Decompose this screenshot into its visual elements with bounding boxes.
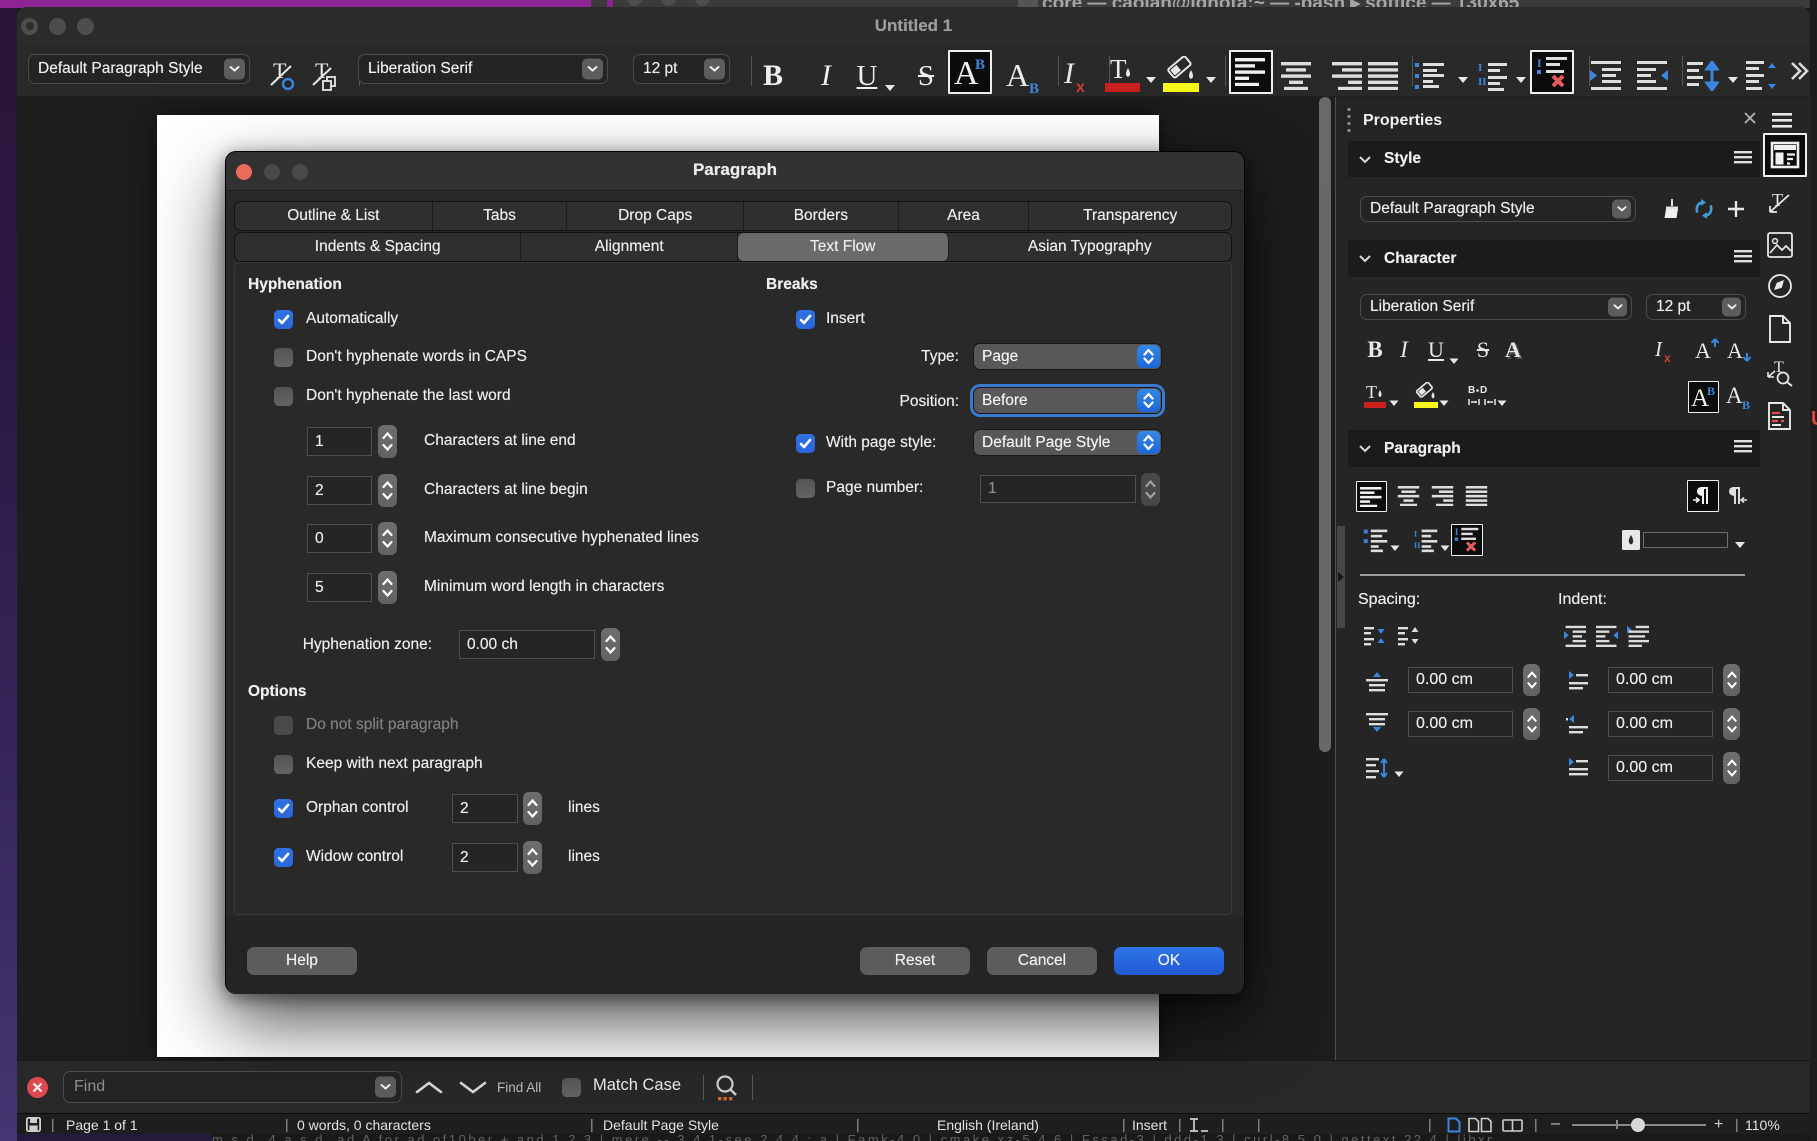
svg-text:B: B: [1742, 398, 1750, 410]
svg-text:I: I: [1537, 56, 1542, 70]
svg-text:I: I: [1654, 337, 1663, 361]
svg-text:T: T: [1110, 56, 1127, 84]
svg-text:I: I: [1063, 58, 1076, 90]
svg-text:B: B: [975, 57, 985, 73]
svg-text:II: II: [1478, 76, 1487, 88]
svg-text:B: B: [1029, 81, 1039, 94]
svg-text:I: I: [1478, 62, 1482, 74]
svg-text:B: B: [1468, 385, 1475, 396]
svg-text:A: A: [1695, 338, 1711, 363]
svg-text:I: I: [1455, 527, 1459, 537]
svg-text:I: I: [1414, 529, 1418, 539]
svg-text:A: A: [1726, 384, 1743, 408]
svg-text:II: II: [1414, 540, 1421, 550]
svg-text:D: D: [1480, 385, 1487, 396]
svg-text:T: T: [1772, 190, 1783, 210]
svg-text:x: x: [1076, 79, 1085, 94]
svg-text:A: A: [1006, 58, 1029, 93]
svg-text:T: T: [1366, 382, 1377, 402]
svg-text:A: A: [1727, 338, 1743, 363]
svg-text:x: x: [1664, 351, 1671, 363]
svg-text:B: B: [1707, 384, 1715, 398]
